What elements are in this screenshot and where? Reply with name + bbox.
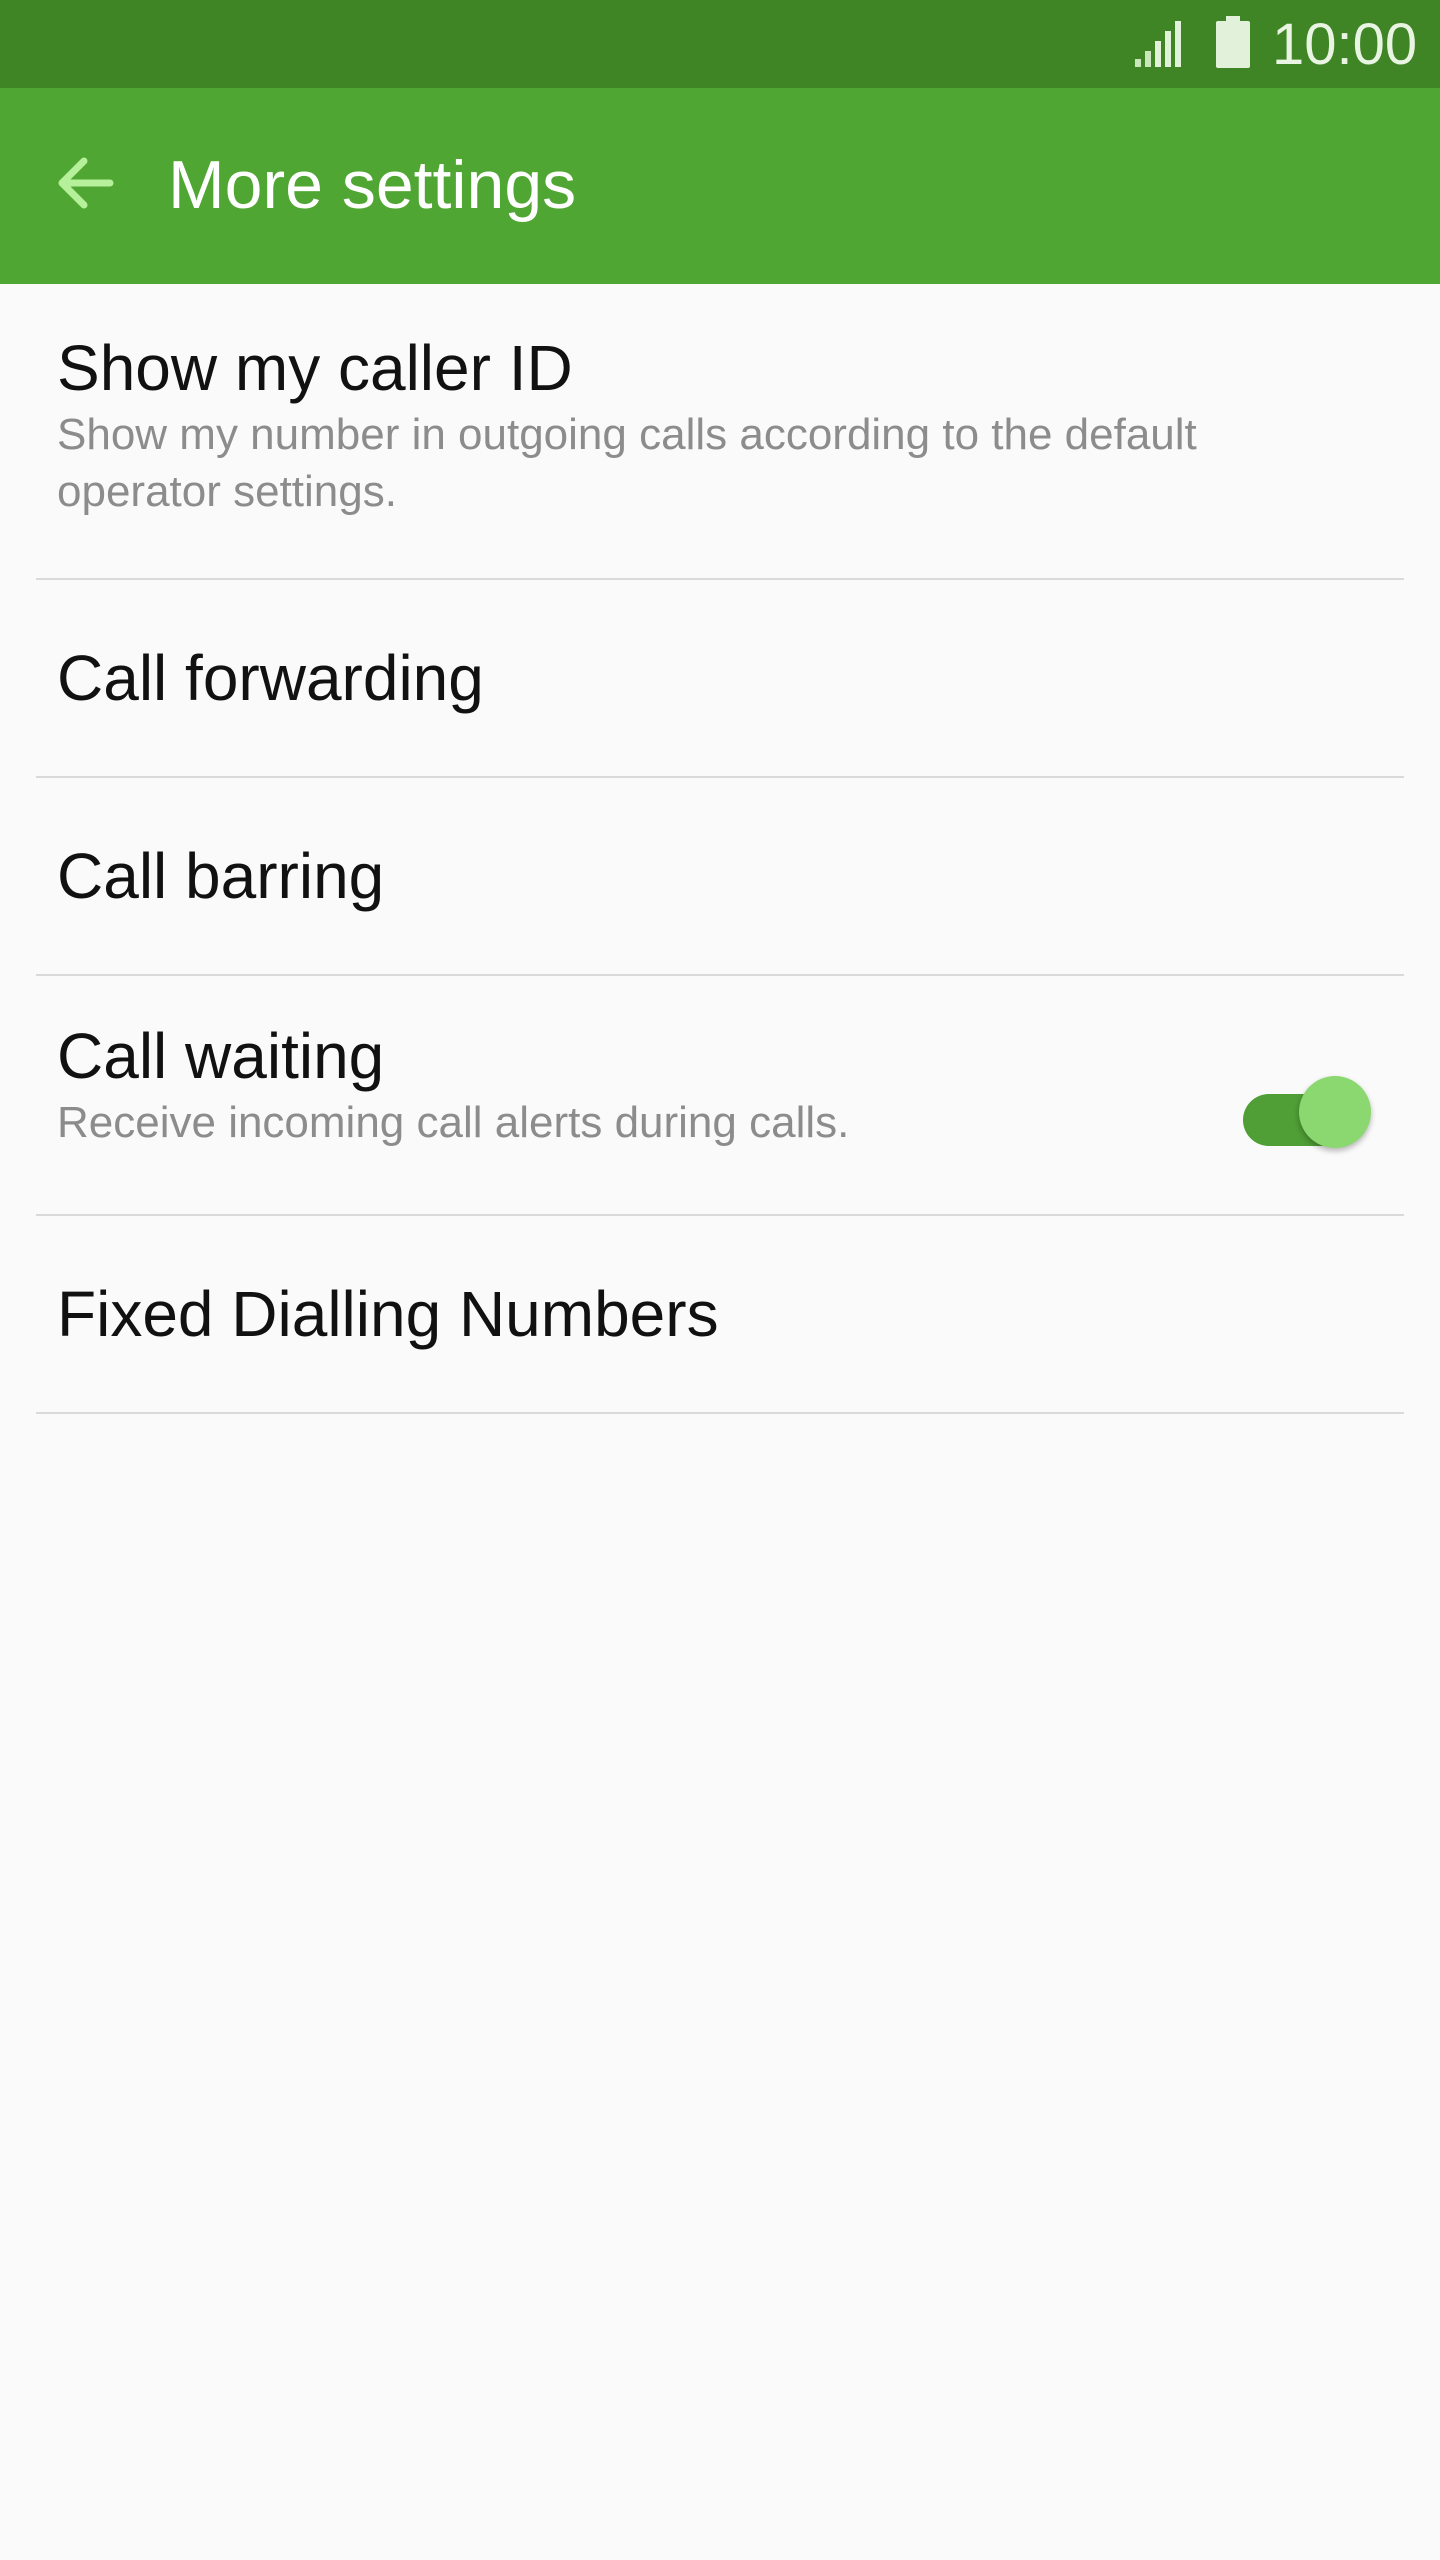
arrow-left-icon[interactable]: [50, 148, 120, 218]
setting-call-forwarding[interactable]: Call forwarding: [0, 580, 1440, 778]
call-waiting-toggle[interactable]: [1243, 1072, 1375, 1152]
page-title: More settings: [168, 147, 577, 223]
status-bar: 10:00: [0, 0, 1440, 88]
setting-label: Show my caller ID: [57, 332, 573, 404]
setting-description: Show my number in outgoing calls accordi…: [57, 410, 1197, 516]
setting-show-caller-id[interactable]: Show my caller ID Show my number in outg…: [0, 286, 1440, 580]
setting-description: Receive incoming call alerts during call…: [57, 1098, 850, 1147]
signal-icon: [1135, 21, 1181, 67]
setting-call-waiting[interactable]: Call waiting Receive incoming call alert…: [0, 976, 1440, 1216]
setting-label: Call barring: [57, 840, 385, 912]
setting-label: Fixed Dialling Numbers: [57, 1278, 719, 1350]
setting-fixed-dialling-numbers[interactable]: Fixed Dialling Numbers: [0, 1216, 1440, 1414]
setting-call-barring[interactable]: Call barring: [0, 778, 1440, 976]
divider: [36, 1412, 1404, 1414]
setting-label: Call waiting: [57, 1020, 385, 1092]
settings-list: Show my caller ID Show my number in outg…: [0, 286, 1440, 1414]
status-clock: 10:00: [1272, 12, 1418, 77]
app-bar: More settings: [0, 88, 1440, 284]
setting-label: Call forwarding: [57, 642, 484, 714]
toggle-thumb: [1299, 1076, 1371, 1148]
battery-icon: [1216, 16, 1250, 68]
